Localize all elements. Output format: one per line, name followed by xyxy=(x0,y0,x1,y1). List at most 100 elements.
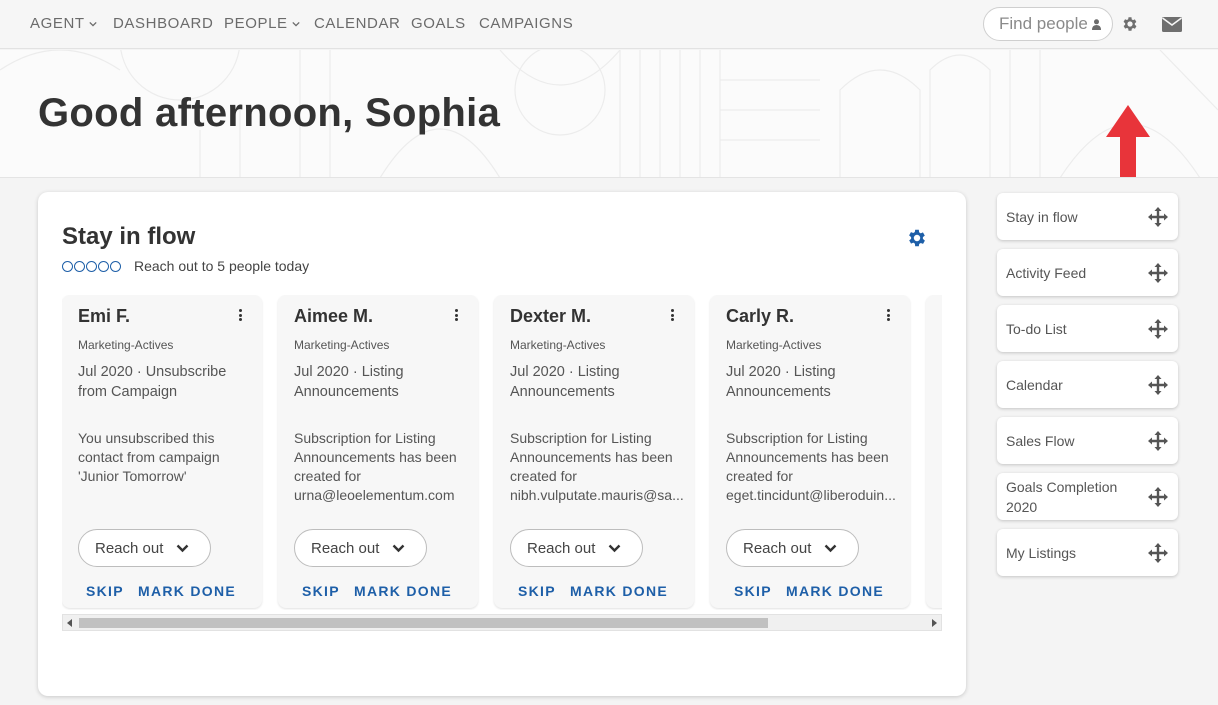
chevron-down-icon xyxy=(291,21,300,27)
person-event: Jul 2020 · Listing Announcements xyxy=(510,364,620,400)
move-handle-icon[interactable] xyxy=(1148,375,1168,395)
reach-out-label: Reach out xyxy=(311,539,380,557)
person-tag: Marketing-Actives xyxy=(78,338,174,352)
widget-label: Sales Flow xyxy=(1006,433,1075,449)
person-card-partial xyxy=(926,295,942,608)
widget-sales-flow[interactable]: Sales Flow xyxy=(997,417,1178,464)
scroll-left-icon[interactable] xyxy=(67,619,72,627)
mark-done-button[interactable]: MARK DONE xyxy=(570,583,668,599)
more-options-icon[interactable] xyxy=(237,309,243,323)
person-card: Emi F. Marketing-Actives Jul 2020 · Unsu… xyxy=(62,295,262,608)
progress-dot xyxy=(110,260,121,272)
mark-done-button[interactable]: MARK DONE xyxy=(354,583,452,599)
person-icon xyxy=(1091,18,1101,30)
description-line: contact from campaign xyxy=(78,449,220,465)
mark-done-button[interactable]: MARK DONE xyxy=(786,583,884,599)
daily-progress: Reach out to 5 people today xyxy=(62,258,309,274)
move-handle-icon[interactable] xyxy=(1148,431,1168,451)
reach-out-label: Reach out xyxy=(743,539,812,557)
people-carousel[interactable]: Emi F. Marketing-Actives Jul 2020 · Unsu… xyxy=(62,295,942,610)
reach-out-button[interactable]: Reach out xyxy=(726,529,859,567)
chevron-down-icon xyxy=(89,21,97,27)
description-line: 'Junior Tomorrow' xyxy=(78,468,187,484)
find-people-search[interactable]: Find people xyxy=(983,7,1113,41)
chevron-down-icon xyxy=(824,544,837,553)
widget-to-do-list[interactable]: To-do List xyxy=(997,305,1178,352)
widget-stay-in-flow[interactable]: Stay in flow xyxy=(997,193,1178,240)
move-handle-icon[interactable] xyxy=(1148,319,1168,339)
widget-label: Calendar xyxy=(1006,377,1063,393)
progress-dots xyxy=(62,260,121,272)
person-event: Jul 2020 · Listing Announcements xyxy=(726,364,836,400)
skip-button[interactable]: SKIP xyxy=(86,583,124,599)
card-title: Stay in flow xyxy=(62,223,196,250)
chevron-down-icon xyxy=(392,544,405,553)
mark-done-button[interactable]: MARK DONE xyxy=(138,583,236,599)
top-navigation: AGENT DASHBOARD PEOPLE CALENDAR GOALS CA… xyxy=(0,0,1218,49)
more-options-icon[interactable] xyxy=(885,309,891,323)
nav-people[interactable]: PEOPLE xyxy=(224,15,300,32)
widget-activity-feed[interactable]: Activity Feed xyxy=(997,249,1178,296)
person-name[interactable]: Emi F. xyxy=(78,306,130,327)
widget-label: My Listings xyxy=(1006,545,1077,561)
widget-label: Stay in flow xyxy=(1006,209,1078,225)
envelope-icon[interactable] xyxy=(1162,16,1182,32)
nav-people-label: PEOPLE xyxy=(224,15,288,32)
move-handle-icon[interactable] xyxy=(1148,543,1168,563)
progress-dot xyxy=(74,260,85,272)
person-description: Subscription for Listing Announcements h… xyxy=(510,429,686,505)
progress-dot xyxy=(86,260,97,272)
stay-in-flow-card: Stay in flow Reach out to 5 people today… xyxy=(38,192,966,696)
widget-goals-completion[interactable]: Goals Completion 2020 xyxy=(997,473,1178,520)
person-card: Dexter M. Marketing-Actives Jul 2020 · L… xyxy=(494,295,694,608)
settings-gear-icon[interactable] xyxy=(1121,15,1139,33)
person-name[interactable]: Dexter M. xyxy=(510,306,591,327)
person-tag: Marketing-Actives xyxy=(510,338,606,352)
find-people-placeholder: Find people xyxy=(999,14,1088,33)
progress-dot xyxy=(62,260,73,272)
horizontal-scrollbar[interactable] xyxy=(62,614,942,631)
more-options-icon[interactable] xyxy=(453,309,459,323)
move-handle-icon[interactable] xyxy=(1148,207,1168,227)
skip-button[interactable]: SKIP xyxy=(518,583,556,599)
skip-button[interactable]: SKIP xyxy=(734,583,772,599)
chevron-down-icon xyxy=(176,544,189,553)
reach-out-label: Reach out xyxy=(527,539,596,557)
nav-goals[interactable]: GOALS xyxy=(411,15,466,32)
progress-label: Reach out to 5 people today xyxy=(134,258,310,274)
description-line: created for xyxy=(294,468,361,484)
nav-dashboard-label: DASHBOARD xyxy=(113,15,214,32)
widget-label: Goals Completion 2020 xyxy=(1006,479,1118,515)
nav-agent[interactable]: AGENT xyxy=(30,15,97,32)
scrollbar-thumb[interactable] xyxy=(79,618,768,628)
move-handle-icon[interactable] xyxy=(1148,487,1168,507)
widget-label: To-do List xyxy=(1006,321,1067,337)
card-settings-gear-icon[interactable] xyxy=(906,227,928,249)
progress-dot xyxy=(98,260,109,272)
description-line: You unsubscribed this xyxy=(78,430,215,446)
greeting-banner: Good afternoon, Sophia xyxy=(0,50,1218,178)
description-line: Announcements has been xyxy=(510,449,673,465)
widget-my-listings[interactable]: My Listings xyxy=(997,529,1178,576)
person-name[interactable]: Carly R. xyxy=(726,306,794,327)
annotation-arrow-icon xyxy=(1106,105,1150,177)
widget-calendar[interactable]: Calendar xyxy=(997,361,1178,408)
scroll-right-icon[interactable] xyxy=(932,619,937,627)
description-line: nibh.vulputate.mauris@sa... xyxy=(510,487,684,503)
person-name[interactable]: Aimee M. xyxy=(294,306,373,327)
person-tag: Marketing-Actives xyxy=(294,338,390,352)
reach-out-button[interactable]: Reach out xyxy=(510,529,643,567)
reach-out-button[interactable]: Reach out xyxy=(78,529,211,567)
nav-campaigns[interactable]: CAMPAIGNS xyxy=(479,15,573,32)
nav-calendar[interactable]: CALENDAR xyxy=(314,15,401,32)
skip-button[interactable]: SKIP xyxy=(302,583,340,599)
description-line: Subscription for Listing xyxy=(294,430,436,446)
description-line: Announcements has been xyxy=(726,449,889,465)
person-card: Aimee M. Marketing-Actives Jul 2020 · Li… xyxy=(278,295,478,608)
person-description: Subscription for Listing Announcements h… xyxy=(294,429,470,505)
reach-out-button[interactable]: Reach out xyxy=(294,529,427,567)
person-event: Jul 2020 · Listing Announcements xyxy=(294,364,404,400)
nav-dashboard[interactable]: DASHBOARD xyxy=(113,15,213,32)
move-handle-icon[interactable] xyxy=(1148,263,1168,283)
more-options-icon[interactable] xyxy=(669,309,675,323)
